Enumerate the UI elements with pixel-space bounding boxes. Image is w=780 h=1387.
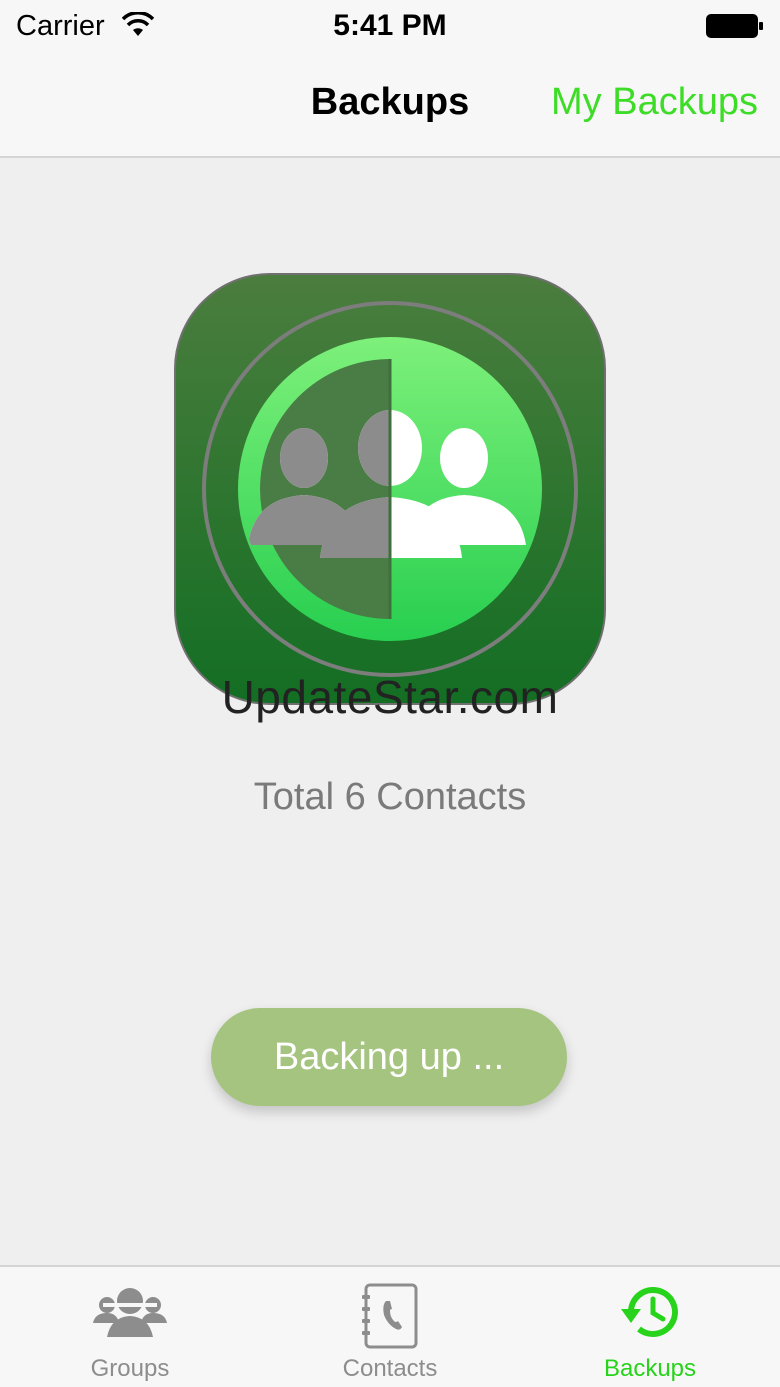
- history-icon: [621, 1287, 678, 1338]
- clock: 5:41 PM: [333, 9, 447, 42]
- battery-icon: [706, 14, 763, 38]
- tab-label: Contacts: [342, 1355, 438, 1382]
- watermark: UpdateStar.com: [221, 671, 559, 723]
- tab-groups[interactable]: Groups: [0, 1267, 260, 1387]
- total-contacts-label: Total 6 Contacts: [253, 776, 527, 818]
- tab-backups[interactable]: Backups: [520, 1267, 780, 1387]
- contacts-backup-app-icon: [174, 273, 606, 705]
- tab-bar: Groups Contacts Backups: [0, 1265, 780, 1387]
- tab-contacts[interactable]: Contacts: [260, 1267, 520, 1387]
- my-backups-button[interactable]: My Backups: [551, 81, 758, 124]
- tab-label: Groups: [90, 1355, 170, 1382]
- status-bar: Carrier 5:41 PM: [0, 0, 780, 54]
- page-title: Backups: [310, 81, 470, 123]
- contacts-book-icon: [362, 1283, 418, 1349]
- backup-button[interactable]: Backing up ...: [211, 1008, 567, 1106]
- tab-label: Backups: [603, 1355, 697, 1382]
- navigation-bar: Backups My Backups: [0, 54, 780, 158]
- groups-icon: [93, 1288, 167, 1337]
